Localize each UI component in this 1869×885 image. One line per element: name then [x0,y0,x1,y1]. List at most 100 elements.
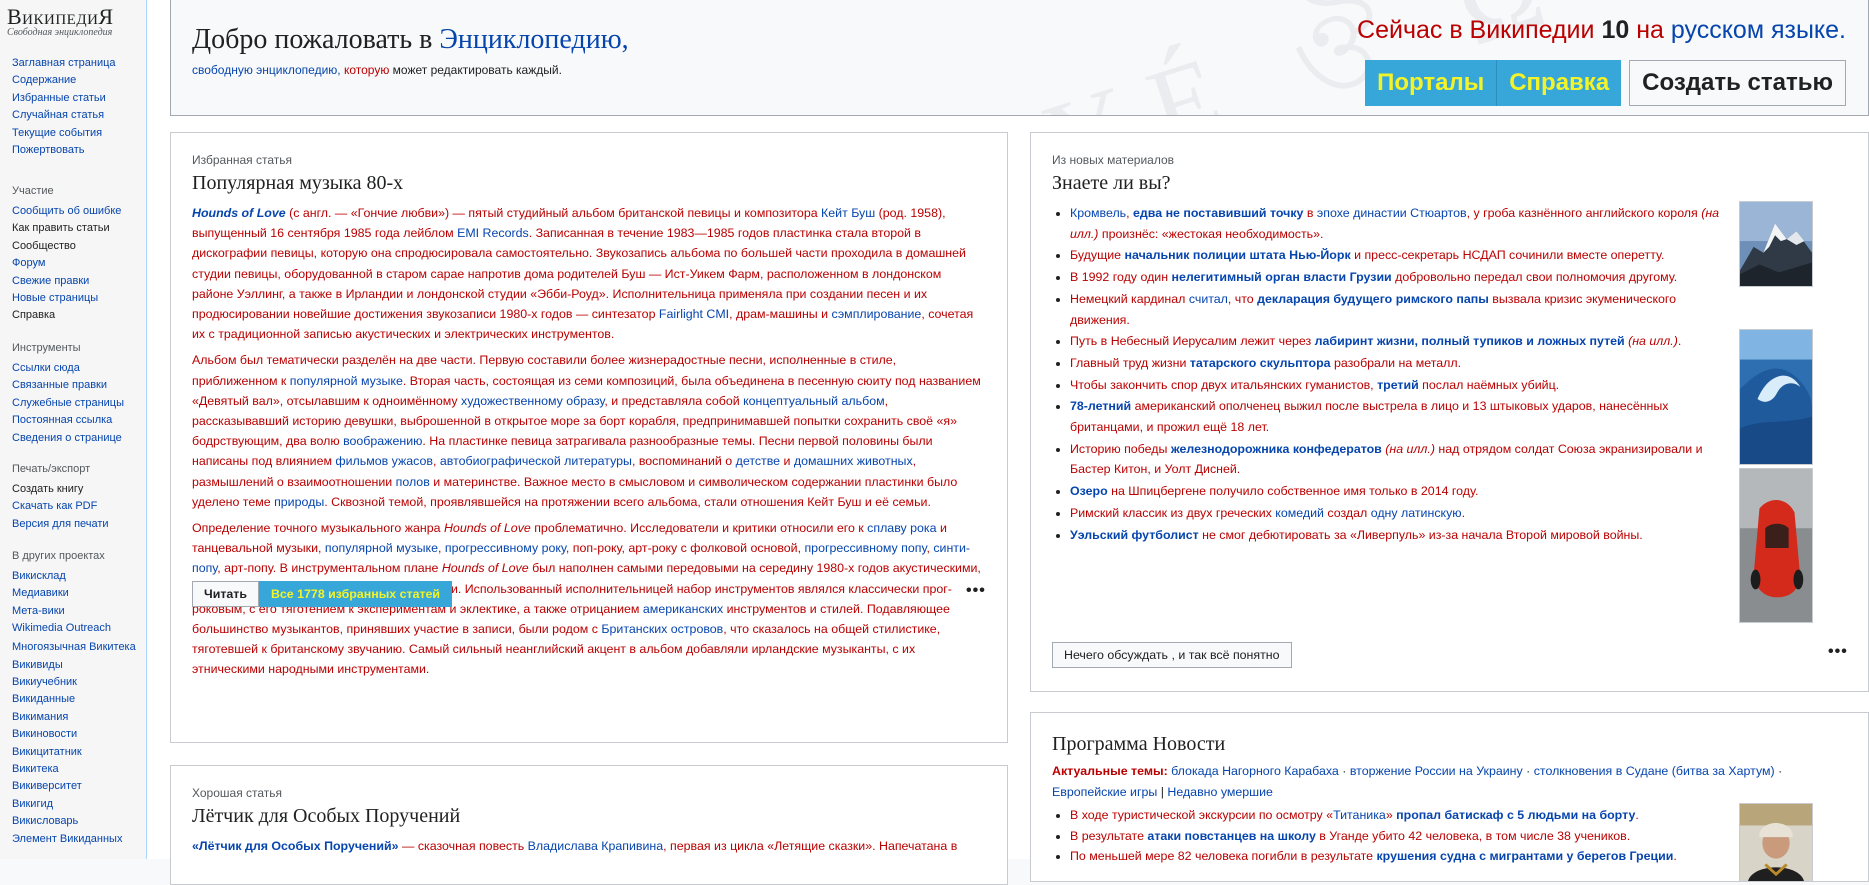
dyk-item-link[interactable]: Озеро [1070,484,1108,498]
sidebar-item-wikidata[interactable]: Викиданные [12,691,142,708]
dyk-item-link[interactable]: едва не поставивший точку [1133,206,1303,220]
news-item-link[interactable]: атаки повстанцев на школу [1147,829,1315,843]
featured-paragraph-2-link[interactable]: популярной музыке [290,374,403,388]
featured-paragraph-2-link[interactable]: фильмов ужасов [335,454,433,468]
welcome-title-link[interactable]: Энциклопедию, [439,24,628,55]
hockey-player-photo[interactable] [1739,803,1813,881]
sidebar-item-print-version[interactable]: Версия для печати [12,516,142,533]
featured-paragraph-2-link[interactable]: полов [396,475,430,489]
sidebar-item-wiktionary[interactable]: Викисловарь [12,813,142,830]
sidebar-item-outreach[interactable]: Wikimedia Outreach [12,620,142,637]
welcome-sub-link[interactable]: свободную энциклопедию, [192,63,344,77]
good-paragraph-1-link[interactable]: «Лётчик для Особых Поручений» [192,839,399,853]
wave-photo[interactable] [1739,329,1813,465]
news-topics-links-link[interactable]: Недавно умершие [1167,785,1273,799]
sidebar-item-create-book[interactable]: Создать книгу [12,481,142,498]
featured-paragraph-3-link[interactable]: Британских островов [601,622,723,636]
featured-paragraph-2-link[interactable]: художественному образу [461,394,604,408]
sidebar-item-commons[interactable]: Викисклад [12,568,142,585]
create-article-button[interactable]: Создать статью [1629,60,1846,106]
good-title[interactable]: Лётчик для Особых Поручений [192,805,460,828]
featured-paragraph-2-link[interactable]: воображению [343,434,422,448]
sidebar-item-wikiversity[interactable]: Викиверситет [12,778,142,795]
news-title[interactable]: Программа Новости [1052,733,1225,756]
featured-more-icon[interactable]: ••• [966,582,986,600]
sidebar-item-meta[interactable]: Мета-вики [12,603,142,620]
news-topics-links-link[interactable]: вторжение России на Украину [1350,764,1523,778]
sidebar-item-forum[interactable]: Форум [12,255,142,272]
sidebar-item-community[interactable]: Сообщество [12,238,142,255]
sidebar-item-mediawiki[interactable]: Медиавики [12,585,142,602]
featured-paragraph-1-link[interactable]: Fairlight CMI [659,307,729,321]
news-item-link[interactable]: крушения судна с мигрантами у берегов Гр… [1376,849,1673,863]
discuss-button[interactable]: Нечего обсуждать , и так всё понятно [1052,642,1292,668]
dyk-item-link[interactable]: начальник полиции штата Нью-Йорк [1125,248,1351,262]
featured-paragraph-2-link[interactable]: автобиографической литературы [440,454,632,468]
dyk-item-link[interactable]: 78-летний [1070,399,1131,413]
sidebar-item-random[interactable]: Случайная статья [12,107,142,124]
featured-paragraph-3-link[interactable]: американских [643,602,723,616]
sidebar-item-wikivoyage[interactable]: Викигид [12,796,142,813]
sidebar-item-wikiquote[interactable]: Викицитатник [12,744,142,761]
sidebar-item-wikidata-item[interactable]: Элемент Викиданных [12,831,142,848]
featured-paragraph-1-link[interactable]: EMI Records [457,226,529,240]
sidebar-item-contents[interactable]: Содержание [12,72,142,89]
dyk-more-icon[interactable]: ••• [1828,643,1848,661]
sidebar-item-special-pages[interactable]: Служебные страницы [12,395,142,412]
sidebar-item-what-links-here[interactable]: Ссылки сюда [12,360,142,377]
news-topics-links-link[interactable]: столкновения в Судане (битва за Хартум) [1534,764,1775,778]
dyk-item-link[interactable]: железнодорожника конфедератов [1171,442,1382,456]
sidebar-item-wikibooks[interactable]: Викиучебник [12,674,142,691]
featured-paragraph-3-link[interactable]: популярной музыке [325,541,438,555]
dyk-item-link[interactable]: комедий [1275,506,1324,520]
help-button[interactable]: Справка [1496,60,1622,106]
sidebar-item-wikisource[interactable]: Викитека [12,761,142,778]
dyk-item-link[interactable]: считал [1189,292,1228,306]
sidebar-item-page-info[interactable]: Сведения о странице [12,430,142,447]
welcome-sub-red-link[interactable]: которую [344,63,389,77]
featured-paragraph-1-link[interactable]: Кейт Буш [818,206,875,220]
sidebar-item-recent-changes[interactable]: Свежие правки [12,273,142,290]
sidebar-item-related-changes[interactable]: Связанные правки [12,377,142,394]
dyk-item-link[interactable]: эпохе династии Стюартов [1317,206,1467,220]
featured-paragraph-2-link[interactable]: концептуальный альбом [743,394,885,408]
sidebar-item-download-pdf[interactable]: Скачать как PDF [12,498,142,515]
featured-paragraph-1-link[interactable]: Hounds of Love [192,206,286,220]
featured-paragraph-2-link[interactable]: детстве [736,454,780,468]
news-topics-links-link[interactable]: блокада Нагорного Карабаха [1168,764,1339,778]
dyk-item-link[interactable]: нелегитимный орган власти Грузии [1172,270,1392,284]
portals-button[interactable]: Порталы [1365,60,1497,106]
sidebar-item-multilingual-wikisource[interactable]: Многоязычная Викитека [12,641,142,653]
dyk-title[interactable]: Знаете ли вы? [1052,172,1171,195]
sidebar-item-featured[interactable]: Избранные статьи [12,90,142,107]
sidebar-item-current-events[interactable]: Текущие события [12,125,142,142]
red-car-photo[interactable] [1739,468,1813,623]
news-item-link[interactable]: пропал батискаф с 5 людьми на борту [1396,808,1635,822]
sidebar-item-wikinews[interactable]: Викиновости [12,726,142,743]
sidebar-item-permanent-link[interactable]: Постоянная ссылка [12,412,142,429]
featured-paragraph-1-link[interactable]: сэмплирование [832,307,922,321]
featured-paragraph-3-link[interactable]: сплаву рока [867,521,936,535]
featured-paragraph-3-link[interactable]: прогрессивному попу [804,541,926,555]
news-topics-links-link[interactable]: Европейские игры [1052,785,1157,799]
dyk-item-link[interactable]: декларация будущего римского папы [1257,292,1489,306]
sidebar-item-help[interactable]: Справка [12,307,142,324]
sidebar-item-how-to-edit[interactable]: Как править статьи [12,220,142,237]
featured-title[interactable]: Популярная музыка 80-х [192,172,403,195]
read-button[interactable]: Читать [192,581,259,607]
mountain-photo[interactable] [1739,201,1813,287]
dyk-item-link[interactable]: лабиринт жизни, полный тупиков и ложных … [1315,334,1625,348]
sidebar-item-report-error[interactable]: Сообщить об ошибке [12,203,142,220]
wiki-logo[interactable]: ВикипедиЯ Свободная энциклопедия [7,4,114,38]
news-item-link[interactable]: Титаника [1333,808,1386,822]
count-language-link[interactable]: русском языке. [1671,16,1846,44]
sidebar-item-new-pages[interactable]: Новые страницы [12,290,142,307]
dyk-item-link[interactable]: Уэльский футболист [1070,528,1199,542]
dyk-item-link[interactable]: одну латинскую [1371,506,1462,520]
sidebar-item-wikimania[interactable]: Викимания [12,709,142,726]
sidebar-item-donate[interactable]: Пожертвовать [12,142,142,159]
featured-paragraph-2-link[interactable]: домашних животных [794,454,913,468]
all-featured-button[interactable]: Все 1778 избранных статей [258,581,453,607]
sidebar-item-main-page[interactable]: Заглавная страница [12,55,142,72]
featured-paragraph-3-link[interactable]: прогрессивному року [445,541,566,555]
